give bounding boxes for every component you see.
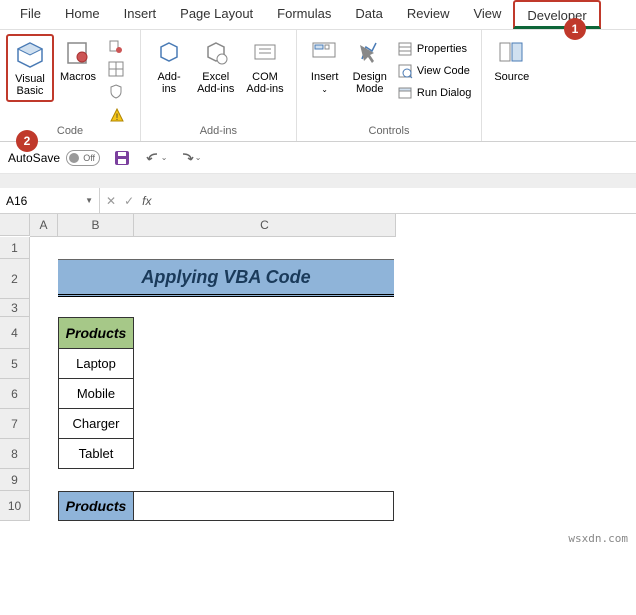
source-icon — [496, 37, 528, 69]
record-macro-button[interactable] — [104, 36, 132, 58]
controls-group-label: Controls — [369, 123, 410, 139]
design-mode-icon — [354, 37, 386, 69]
product-cell[interactable]: Laptop — [58, 349, 134, 379]
callout-2: 2 — [16, 130, 38, 152]
ribbon-tabs: File Home Insert Page Layout Formulas Da… — [0, 0, 636, 30]
macro-security-button[interactable] — [104, 80, 132, 102]
relative-ref-button[interactable] — [104, 58, 132, 80]
excel-addins-icon — [200, 37, 232, 69]
row-header-7[interactable]: 7 — [0, 409, 30, 439]
excel-addins-button[interactable]: Excel Add-ins — [191, 34, 240, 98]
design-mode-label: Design Mode — [353, 71, 387, 95]
record-icon — [108, 39, 124, 55]
tab-formulas[interactable]: Formulas — [265, 0, 343, 29]
output-cell[interactable] — [134, 491, 394, 521]
ribbon-group-controls: Insert⌄ Design Mode Properties View Code… — [297, 30, 483, 141]
com-addins-label: COM Add-ins — [246, 71, 283, 95]
macros-icon — [62, 37, 94, 69]
addins-group-label: Add-ins — [200, 123, 237, 139]
title-cell[interactable]: Applying VBA Code — [58, 259, 394, 297]
row-header-6[interactable]: 6 — [0, 379, 30, 409]
autosave-toggle[interactable]: AutoSave Off — [8, 150, 100, 166]
confirm-formula-button[interactable]: ✓ — [124, 194, 134, 208]
products-header[interactable]: Products — [58, 317, 134, 349]
cells-area[interactable]: Applying VBA Code Products Laptop Mobile… — [30, 237, 396, 521]
tab-insert[interactable]: Insert — [112, 0, 169, 29]
source-button[interactable]: Source — [488, 34, 535, 86]
source-label: Source — [494, 71, 529, 83]
row-header-3[interactable]: 3 — [0, 299, 30, 317]
properties-button[interactable]: Properties — [393, 38, 475, 60]
tab-review[interactable]: Review — [395, 0, 462, 29]
watermark: wsxdn.com — [568, 532, 628, 545]
row-header-1[interactable]: 1 — [0, 237, 30, 259]
ribbon: Visual Basic Macros Code ! Add- ins — [0, 30, 636, 142]
ribbon-group-code: Visual Basic Macros Code ! — [0, 30, 141, 141]
formula-bar: A16 ▼ ✕ ✓ fx — [0, 188, 636, 214]
addins-label: Add- ins — [157, 71, 180, 95]
tab-home[interactable]: Home — [53, 0, 112, 29]
excel-addins-label: Excel Add-ins — [197, 71, 234, 95]
callout-1: 1 — [564, 18, 586, 40]
insert-control-icon — [309, 37, 341, 69]
cancel-formula-button[interactable]: ✕ — [106, 194, 116, 208]
ribbon-group-xml: Source — [482, 30, 541, 141]
col-header-a[interactable]: A — [30, 214, 58, 237]
shield-icon — [108, 83, 124, 99]
tab-file[interactable]: File — [8, 0, 53, 29]
ribbon-group-addins: Add- ins Excel Add-ins COM Add-ins Add-i… — [141, 30, 297, 141]
com-addins-button[interactable]: COM Add-ins — [240, 34, 289, 98]
visual-basic-icon — [14, 39, 46, 71]
tab-developer[interactable]: Developer — [513, 0, 600, 29]
macros-button[interactable]: Macros — [54, 34, 102, 86]
select-all-corner[interactable] — [0, 214, 30, 236]
col-header-c[interactable]: C — [134, 214, 396, 237]
code-group-label: Code — [57, 123, 83, 139]
design-mode-button[interactable]: Design Mode — [347, 34, 393, 98]
view-code-button[interactable]: View Code — [393, 60, 475, 82]
com-addins-icon — [249, 37, 281, 69]
insert-control-label: Insert⌄ — [311, 71, 339, 96]
row-header-4[interactable]: 4 — [0, 317, 30, 349]
tab-data[interactable]: Data — [343, 0, 394, 29]
name-box[interactable]: A16 ▼ — [0, 188, 100, 213]
tab-page-layout[interactable]: Page Layout — [168, 0, 265, 29]
macros-label: Macros — [60, 71, 96, 83]
addins-icon — [153, 37, 185, 69]
view-code-icon — [397, 63, 413, 79]
visual-basic-button[interactable]: Visual Basic — [6, 34, 54, 102]
product-cell[interactable]: Tablet — [58, 439, 134, 469]
visual-basic-label: Visual Basic — [15, 73, 45, 97]
svg-text:!: ! — [116, 112, 119, 122]
fx-button[interactable]: fx — [142, 194, 151, 208]
run-dialog-icon — [397, 85, 413, 101]
undo-button[interactable]: ⌄ — [144, 146, 168, 170]
row-header-2[interactable]: 2 — [0, 259, 30, 299]
row-header-8[interactable]: 8 — [0, 439, 30, 469]
row-header-9[interactable]: 9 — [0, 469, 30, 491]
warning-icon: ! — [110, 108, 124, 127]
product-cell[interactable]: Mobile — [58, 379, 134, 409]
spreadsheet-grid: A B C 1 2 3 4 5 6 7 8 9 10 Applying VBA … — [0, 214, 636, 521]
save-button[interactable] — [110, 146, 134, 170]
products-header-2[interactable]: Products — [58, 491, 134, 521]
tab-view[interactable]: View — [461, 0, 513, 29]
product-cell[interactable]: Charger — [58, 409, 134, 439]
addins-button[interactable]: Add- ins — [147, 34, 191, 98]
properties-icon — [397, 41, 413, 57]
col-header-b[interactable]: B — [58, 214, 134, 237]
row-header-5[interactable]: 5 — [0, 349, 30, 379]
insert-control-button[interactable]: Insert⌄ — [303, 34, 347, 99]
quick-access-toolbar: AutoSave Off ⌄ ⌄ — [0, 142, 636, 174]
chevron-down-icon: ▼ — [85, 196, 93, 205]
redo-button[interactable]: ⌄ — [178, 146, 202, 170]
row-header-10[interactable]: 10 — [0, 491, 30, 521]
run-dialog-button[interactable]: Run Dialog — [393, 82, 475, 104]
spacer — [0, 174, 636, 188]
grid-icon — [108, 61, 124, 77]
